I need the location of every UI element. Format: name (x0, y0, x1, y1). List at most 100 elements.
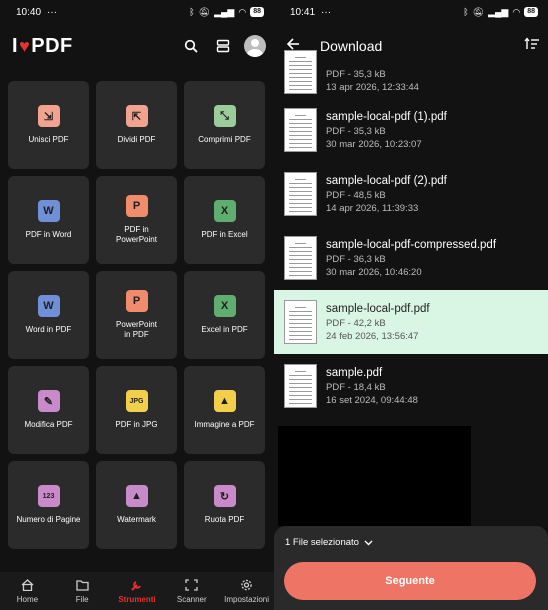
tool-label: PDF in JPG (115, 420, 158, 429)
tool-card[interactable]: ⇱ Dividi PDF (96, 81, 177, 169)
file-name: sample-local-pdf.pdf (326, 302, 430, 315)
tool-label: Excel in PDF (201, 325, 248, 334)
rotate-pdf-icon: ↻ (213, 485, 236, 507)
notification-dots: ··· (47, 6, 58, 18)
bluetooth-icon: ᛒ (463, 7, 469, 17)
arrow-left-icon (286, 37, 299, 50)
tool-label: Immagine a PDF (194, 420, 255, 429)
compress-icon: ⤡ (213, 105, 236, 127)
tool-card[interactable]: ⤡ Comprimi PDF (184, 81, 265, 169)
tool-card[interactable]: ⇲ Unisci PDF (8, 81, 89, 169)
next-button[interactable]: Seguente (284, 562, 536, 600)
pdf-thumbnail (284, 108, 317, 152)
tool-card[interactable]: P PowerPoint in PDF (96, 271, 177, 359)
download-screen: 10:41 ··· ᛒ 🔕︎ ▂▄▆ ◠ 88 Download PDF - 3… (274, 0, 548, 610)
pdf-to-word-icon: W (37, 200, 60, 222)
tool-card[interactable]: ↻ Ruota PDF (184, 461, 265, 549)
tool-label: Comprimi PDF (198, 135, 251, 144)
tool-label: PDF in Excel (201, 230, 248, 239)
file-date: 14 apr 2026, 11:39:33 (326, 202, 419, 214)
bottom-navigation: Home File Strumenti Scanner Impostazioni (0, 572, 274, 610)
nav-item-impostazioni[interactable]: Impostazioni (220, 579, 274, 604)
file-name: sample-local-pdf-compressed.pdf (326, 238, 497, 251)
notification-dots: ··· (321, 6, 332, 18)
file-date: 30 mar 2026, 10:23:07 (326, 138, 422, 150)
file-row[interactable]: sample-local-pdf (1).pdf PDF - 35,3 kB 30 … (274, 98, 548, 162)
pdf-thumbnail (284, 236, 317, 280)
tool-card[interactable]: ▲ Watermark (96, 461, 177, 549)
avatar[interactable] (244, 35, 266, 57)
tool-card[interactable]: W PDF in Word (8, 176, 89, 264)
wifi-icon: ◠ (238, 6, 247, 17)
file-size: PDF - 36,3 kB (326, 253, 386, 265)
view-toggle-button[interactable] (210, 33, 236, 59)
clock: 10:41 (290, 6, 316, 18)
merge-icon: ⇲ (37, 105, 60, 127)
ilovepdf-logo: I ♥ PDF (12, 34, 73, 57)
signal-icon: ▂▄▆ (488, 6, 509, 17)
file-date: 24 feb 2026, 13:56:47 (326, 330, 419, 342)
scanner-icon (185, 578, 198, 595)
tool-card[interactable]: X PDF in Excel (184, 176, 265, 264)
tool-card[interactable]: W Word in PDF (8, 271, 89, 359)
tool-label: Unisci PDF (28, 135, 69, 144)
mute-icon: 🔕︎ (198, 6, 211, 17)
file-row[interactable]: PDF - 35,3 kB 13 apr 2026, 12:33:44 (274, 50, 548, 98)
nav-label: File (75, 594, 89, 604)
search-button[interactable] (178, 33, 204, 59)
nav-item-scanner[interactable]: Scanner (165, 578, 219, 604)
pdf-thumbnail (284, 172, 317, 216)
search-icon (184, 39, 198, 53)
tools-screen: 10:40 ··· ᛒ 🔕︎ ▂▄▆ ◠ 88 I ♥ PDF ⇲ Unisci PD… (0, 0, 274, 610)
tool-card[interactable]: X Excel in PDF (184, 271, 265, 359)
battery-badge: 88 (250, 7, 264, 17)
gear-icon (240, 579, 253, 595)
status-bar: 10:41 ··· ᛒ 🔕︎ ▂▄▆ ◠ 88 (274, 0, 548, 24)
edit-pdf-icon: ✎ (37, 390, 60, 412)
image-to-pdf-icon: ▲ (213, 390, 236, 412)
word-to-pdf-icon: W (37, 295, 60, 317)
sort-icon (524, 36, 539, 49)
page-numbers-icon: 123 (37, 485, 60, 507)
selection-count: 1 File selezionato (285, 537, 359, 548)
file-row[interactable]: sample.pdf PDF - 18,4 kB 16 set 2024, 09:4… (274, 354, 548, 418)
tool-card[interactable]: ▲ Immagine a PDF (184, 366, 265, 454)
bluetooth-icon: ᛒ (189, 7, 195, 17)
battery-badge: 88 (524, 7, 538, 17)
tool-label: Numero di Pagine (16, 515, 81, 524)
file-date: 16 set 2024, 09:44:48 (326, 394, 418, 406)
nav-item-home[interactable]: Home (0, 578, 54, 604)
home-icon (21, 578, 34, 595)
tool-card[interactable]: 123 Numero di Pagine (8, 461, 89, 549)
nav-label: Strumenti (118, 594, 156, 604)
file-row[interactable]: sample-local-pdf.pdf PDF - 42,2 kB 24 feb … (274, 290, 548, 354)
nav-label: Scanner (176, 594, 207, 604)
file-row[interactable]: sample-local-pdf (2).pdf PDF - 48,5 kB 14 … (274, 162, 548, 226)
app-bar: I ♥ PDF (0, 24, 274, 68)
file-name: sample.pdf (326, 366, 383, 379)
nav-item-strumenti[interactable]: Strumenti (110, 579, 164, 604)
file-date: 13 apr 2026, 12:33:44 (326, 82, 419, 93)
list-view-icon (216, 39, 230, 53)
tool-card[interactable]: P PDF in PowerPoint (96, 176, 177, 264)
signal-icon: ▂▄▆ (214, 6, 235, 17)
folder-icon (76, 579, 89, 595)
file-name: sample-local-pdf (2).pdf (326, 174, 447, 187)
nav-item-file[interactable]: File (55, 579, 109, 604)
tool-label: Dividi PDF (117, 135, 156, 144)
file-list: PDF - 35,3 kB 13 apr 2026, 12:33:44 sample… (274, 50, 548, 418)
pdf-thumbnail (284, 300, 317, 344)
tool-card[interactable]: JPG PDF in JPG (96, 366, 177, 454)
tool-label: PowerPoint in PDF (116, 320, 157, 339)
nav-label: Impostazioni (224, 594, 270, 604)
powerpoint-to-pdf-icon: P (125, 290, 148, 312)
mute-icon: 🔕︎ (472, 6, 485, 17)
selection-dropdown[interactable]: 1 File selezionato (285, 537, 373, 548)
wrench-icon (130, 579, 143, 595)
file-size: PDF - 35,3 kB (326, 69, 386, 80)
tools-grid: ⇲ Unisci PDF ⇱ Dividi PDF ⤡ Comprimi PDF W PDF … (8, 81, 266, 549)
file-row[interactable]: sample-local-pdf-compressed.pdf PDF - 36,… (274, 226, 548, 290)
tool-card[interactable]: ✎ Modifica PDF (8, 366, 89, 454)
tool-label: Ruota PDF (204, 515, 245, 524)
selection-sheet: 1 File selezionato Seguente (274, 526, 548, 610)
